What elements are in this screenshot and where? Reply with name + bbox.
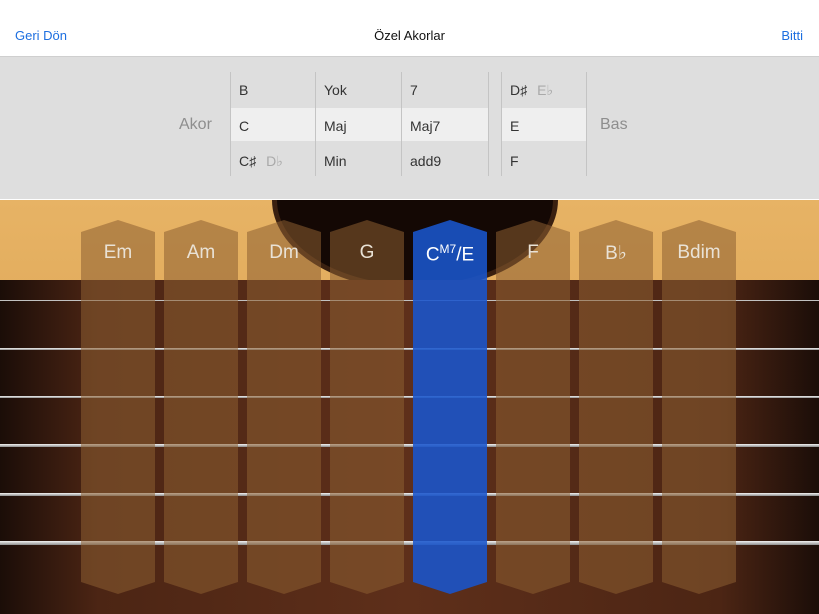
chord-extension-text: M7 xyxy=(439,242,457,256)
extension-option-selected[interactable]: Maj7 xyxy=(410,118,440,134)
chord-strip-label: Dm xyxy=(269,242,299,263)
bass-option-top[interactable]: D♯ E♭ xyxy=(510,82,553,99)
chord-strip-label: Am xyxy=(186,242,216,263)
navigation-bar: Geri Dön Özel Akorlar Bitti xyxy=(0,0,819,57)
chord-strip-bb[interactable]: B♭ xyxy=(579,220,653,594)
bass-option-bottom[interactable]: F xyxy=(510,153,519,169)
chord-strip-am[interactable]: Am xyxy=(164,220,238,594)
done-button[interactable]: Bitti xyxy=(781,28,803,43)
root-wheel[interactable]: B C C♯ D♭ xyxy=(230,72,316,176)
chord-strip-bdim[interactable]: Bdim xyxy=(662,220,736,594)
chord-strip-g[interactable]: G xyxy=(330,220,404,594)
quality-option-selected[interactable]: Maj xyxy=(324,118,347,134)
chord-strip-f[interactable]: F xyxy=(496,220,570,594)
quality-wheel[interactable]: Yok Maj Min xyxy=(315,72,402,176)
extension-wheel[interactable]: 7 Maj7 add9 xyxy=(401,72,489,176)
root-sharp-label: C♯ xyxy=(239,153,257,169)
chord-picker: Akor B C C♯ D♭ Yok Maj Min 7 Maj7 add9 D♯… xyxy=(0,57,819,199)
bass-label: Bas xyxy=(600,116,628,133)
chord-strip-label: Bdim xyxy=(677,242,721,263)
chord-root-text: C xyxy=(425,244,440,266)
extension-option-bottom[interactable]: add9 xyxy=(410,153,441,169)
picker-divider xyxy=(586,72,587,176)
root-option-selected[interactable]: C xyxy=(239,118,249,134)
chord-strip-dm[interactable]: Dm xyxy=(247,220,321,594)
chord-strip-em[interactable]: Em xyxy=(81,220,155,594)
quality-option-bottom[interactable]: Min xyxy=(324,153,347,169)
bass-option-selected[interactable]: E xyxy=(510,118,519,134)
page-title: Özel Akorlar xyxy=(374,28,445,43)
chord-strip-label: Em xyxy=(103,242,133,263)
quality-option-top[interactable]: Yok xyxy=(324,82,347,98)
chord-bass-text: /E xyxy=(456,244,475,266)
chord-strip-label: CM7/E xyxy=(413,242,487,266)
root-flat-label: D♭ xyxy=(266,153,283,169)
guitar-body: Em Am Dm G CM7/E F B♭ Bdim xyxy=(0,200,819,614)
extension-option-top[interactable]: 7 xyxy=(410,82,418,98)
chord-strip-label: B♭ xyxy=(605,243,627,264)
root-option-bottom[interactable]: C♯ D♭ xyxy=(239,153,283,170)
chord-strip-custom-selected[interactable]: CM7/E xyxy=(413,220,487,594)
bass-sharp-label: D♯ xyxy=(510,82,528,98)
chord-label: Akor xyxy=(179,116,212,133)
bass-wheel[interactable]: D♯ E♭ E F xyxy=(501,72,587,176)
bass-flat-label: E♭ xyxy=(537,82,554,98)
chord-strip-label: G xyxy=(359,242,375,263)
chord-strip-label: F xyxy=(527,242,539,263)
root-option-top[interactable]: B xyxy=(239,82,248,98)
